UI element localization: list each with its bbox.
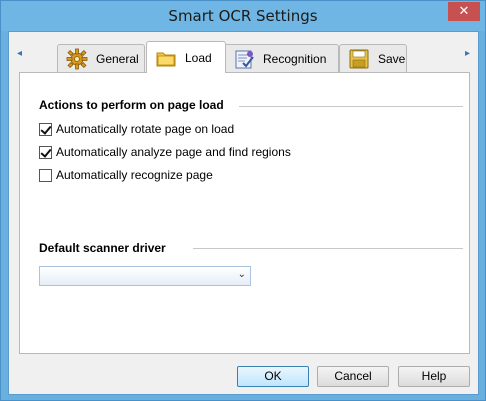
window-title: Smart OCR Settings	[168, 7, 318, 25]
scanner-group-title: Default scanner driver	[39, 241, 166, 255]
close-button[interactable]: ✕	[448, 2, 480, 21]
tab-general-label: General	[96, 51, 139, 66]
rotate-page-label: Automatically rotate page on load	[56, 122, 235, 136]
ok-button[interactable]: OK	[237, 366, 309, 387]
tab-load-label: Load	[185, 50, 212, 65]
help-button[interactable]: Help	[398, 366, 470, 387]
analyze-page-checkbox[interactable]	[39, 145, 52, 159]
tab-load[interactable]: Load	[146, 41, 226, 73]
title-bar[interactable]: Smart OCR Settings ✕	[1, 1, 485, 31]
recognize-page-option[interactable]: Automatically recognize page	[39, 168, 213, 182]
close-icon: ✕	[458, 4, 470, 19]
settings-window: Smart OCR Settings ✕ ◂ General Load Reco…	[0, 0, 486, 401]
tab-scroll-left-icon[interactable]: ◂	[17, 48, 22, 59]
tab-scroll-right-icon[interactable]: ▸	[465, 48, 470, 59]
tab-save-label: Save	[378, 51, 406, 66]
dialog-client-area: ◂ General Load Recognition Save ▸ Action…	[8, 31, 479, 395]
recognize-page-label: Automatically recognize page	[56, 168, 213, 182]
analyze-page-option[interactable]: Automatically analyze page and find regi…	[39, 145, 291, 159]
recognition-icon	[233, 48, 255, 70]
folder-icon	[155, 47, 177, 69]
floppy-disk-icon	[348, 48, 370, 70]
load-settings-panel: Actions to perform on page load Automati…	[19, 72, 470, 354]
tab-recognition-label: Recognition	[263, 51, 327, 66]
gear-icon	[66, 48, 88, 70]
rotate-page-checkbox[interactable]	[39, 122, 52, 136]
scanner-group-divider	[193, 248, 463, 249]
actions-group-title: Actions to perform on page load	[39, 98, 224, 112]
tab-general[interactable]: General	[57, 44, 145, 72]
tab-save[interactable]: Save	[339, 44, 407, 72]
tab-recognition[interactable]: Recognition	[224, 44, 339, 72]
rotate-page-option[interactable]: Automatically rotate page on load	[39, 122, 234, 136]
chevron-down-icon[interactable]: ⌄	[238, 269, 246, 280]
actions-group-divider	[239, 106, 463, 107]
scanner-driver-dropdown[interactable]: ⌄	[39, 266, 251, 286]
recognize-page-checkbox[interactable]	[39, 168, 52, 182]
analyze-page-label: Automatically analyze page and find regi…	[56, 145, 291, 159]
tab-strip: ◂ General Load Recognition Save ▸	[9, 32, 478, 73]
cancel-button[interactable]: Cancel	[317, 366, 389, 387]
